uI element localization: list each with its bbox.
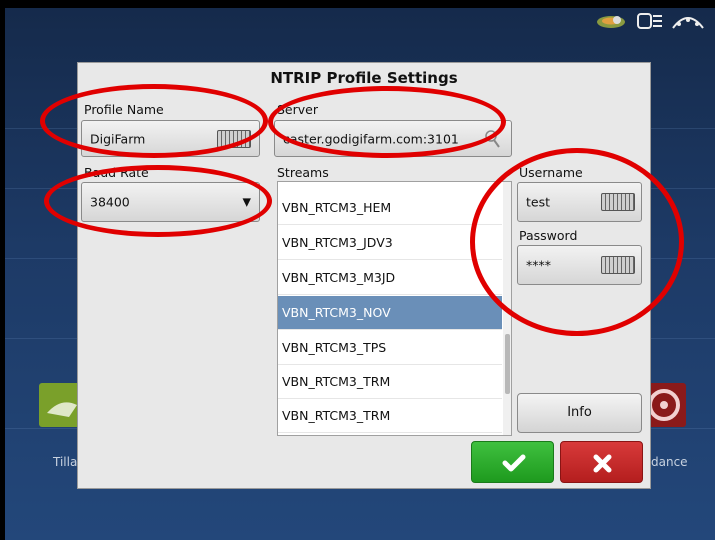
stream-item-trm[interactable]: VBN_RTCM3_TRM — [278, 365, 502, 399]
red-annotation-circle — [470, 148, 684, 336]
stream-item-nov-selected[interactable]: VBN_RTCM3_NOV — [278, 296, 502, 330]
stream-item-hem[interactable]: VBN_RTCM3_HEM — [278, 191, 502, 225]
streams-scroll-thumb[interactable] — [505, 334, 510, 394]
status-bar — [595, 12, 705, 34]
confirm-button[interactable] — [471, 441, 554, 483]
guidance-app-label: dance — [651, 455, 688, 469]
satellite-icon[interactable] — [671, 12, 705, 34]
stream-item-trm[interactable]: VBN_RTCM3_TRM — [278, 399, 502, 433]
gps-status-icon[interactable] — [595, 12, 629, 34]
stream-item-tps[interactable]: VBN_RTCM3_TPS — [278, 331, 502, 365]
info-button[interactable]: Info — [517, 393, 642, 433]
stream-item-m3jd[interactable]: VBN_RTCM3_M3JD — [278, 261, 502, 295]
tillage-app-label: Tilla — [53, 455, 78, 469]
red-annotation-circle — [268, 86, 506, 158]
red-annotation-circle — [40, 84, 268, 158]
display-status-icon[interactable] — [637, 12, 663, 34]
cancel-button[interactable] — [560, 441, 643, 483]
checkmark-icon — [502, 454, 526, 472]
stream-item-jdv3[interactable]: VBN_RTCM3_JDV3 — [278, 226, 502, 260]
red-annotation-circle — [44, 165, 272, 237]
streams-label: Streams — [277, 165, 329, 180]
x-icon — [593, 454, 612, 473]
